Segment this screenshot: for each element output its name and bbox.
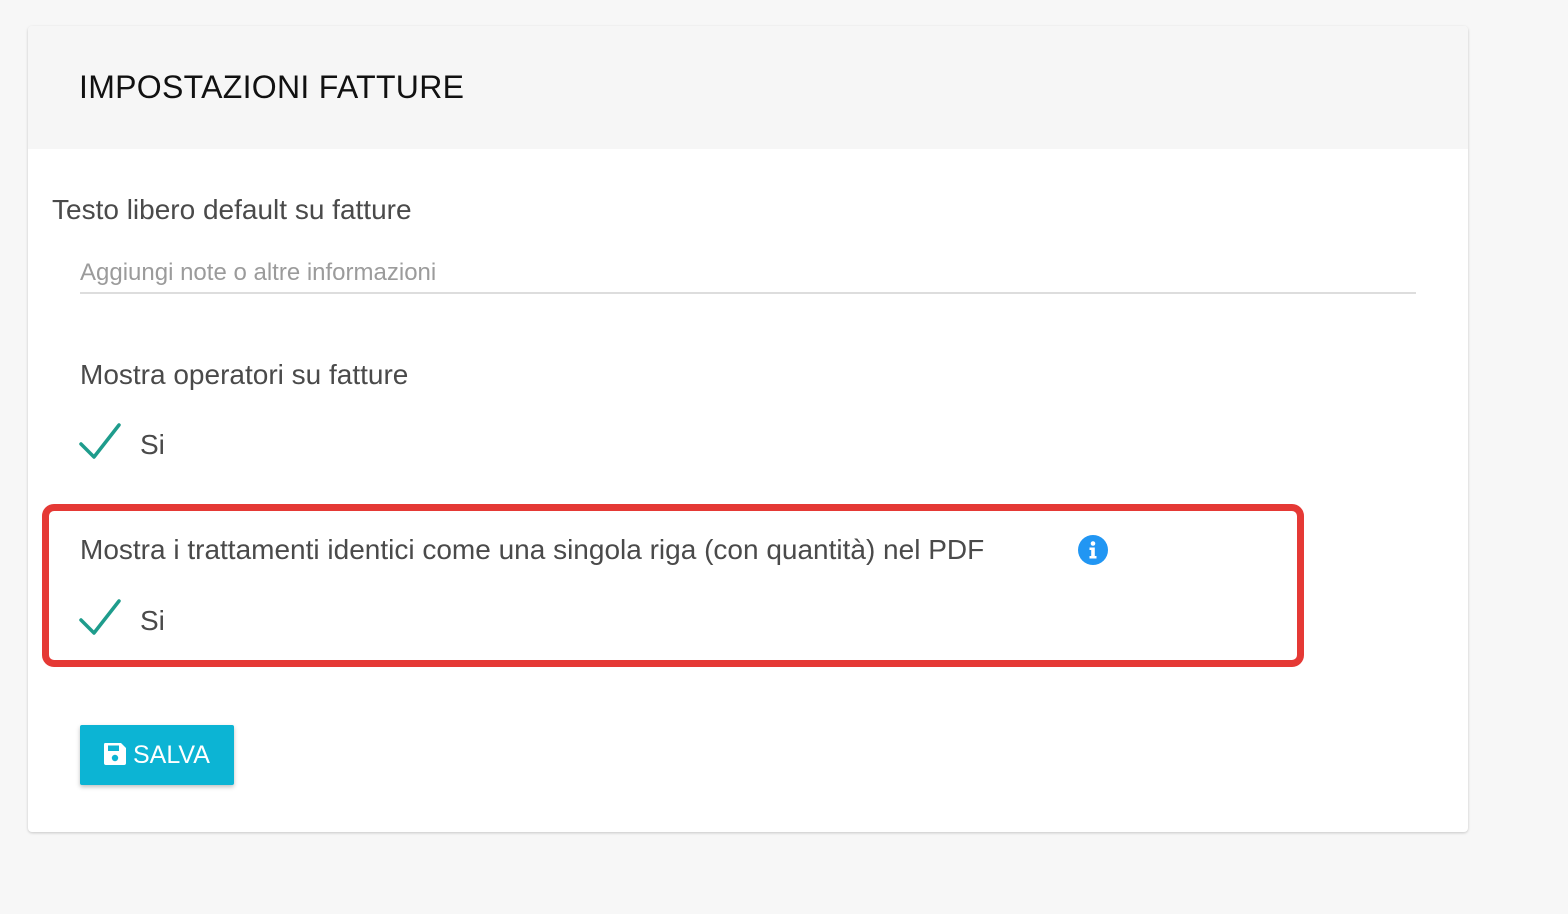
show-operators-label: Mostra operatori su fatture (80, 359, 409, 390)
checkmark-icon (79, 599, 121, 635)
card-header: IMPOSTAZIONI FATTURE (28, 26, 1468, 149)
save-button[interactable]: SALVA (80, 725, 234, 785)
free-text-label: Testo libero default su fatture (52, 194, 412, 225)
show-operators-option-label: Si (140, 429, 165, 460)
card-title: IMPOSTAZIONI FATTURE (79, 69, 465, 105)
settings-card: IMPOSTAZIONI FATTURE (28, 26, 1468, 832)
group-treatments-option-label: Si (140, 605, 165, 636)
save-button-label: SALVA (133, 741, 210, 769)
show-operators-checkbox[interactable]: Si (78, 422, 198, 466)
highlight-box (42, 504, 1304, 667)
group-treatments-checkbox[interactable]: Si (78, 598, 198, 642)
group-treatments-label: Mostra i trattamenti identici come una s… (80, 534, 985, 565)
free-text-input[interactable] (80, 254, 1416, 294)
floppy-disk-icon (104, 743, 126, 765)
info-circle-icon[interactable] (1078, 535, 1108, 565)
checkmark-icon (79, 423, 121, 459)
